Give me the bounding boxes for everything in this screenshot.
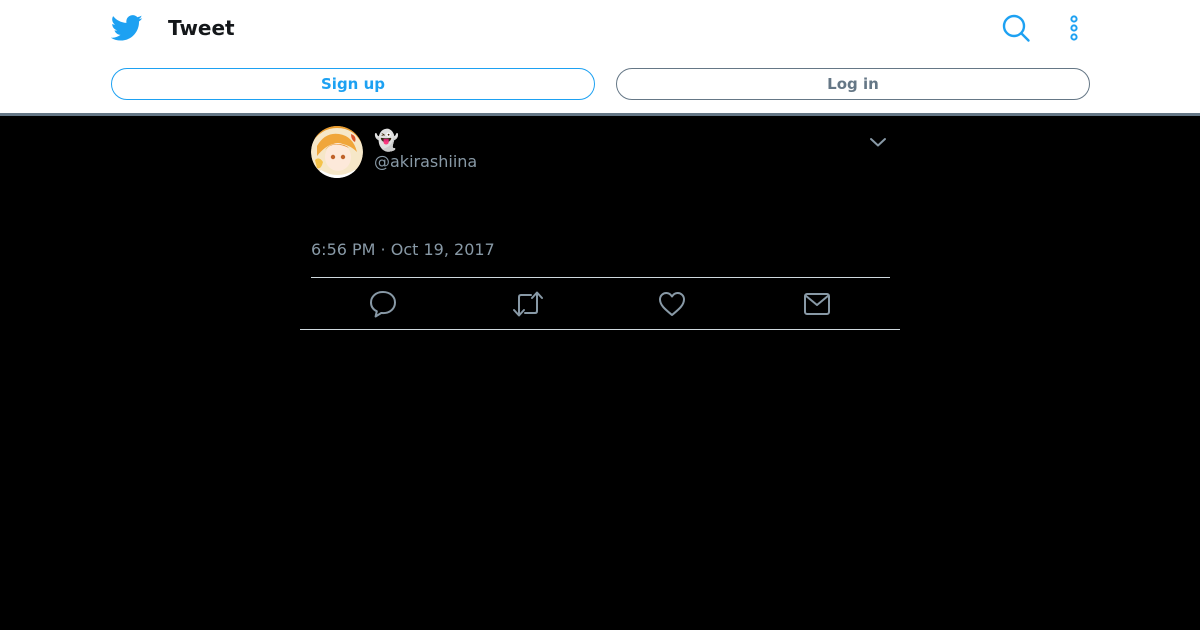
- page-title: Tweet: [168, 16, 235, 40]
- tweet-timestamp[interactable]: 6:56 PM · Oct 19, 2017: [311, 240, 495, 260]
- tweet-card: 👻 @akirashiina 6:56 PM · Oct 19, 2017: [300, 116, 900, 330]
- user-handle[interactable]: @akirashiina: [374, 152, 477, 172]
- top-header: Tweet Sign up Log in: [0, 0, 1200, 116]
- chevron-down-icon[interactable]: [866, 130, 890, 154]
- more-vertical-icon[interactable]: [1060, 12, 1088, 44]
- reply-icon[interactable]: [367, 288, 399, 320]
- sign-up-button[interactable]: Sign up: [111, 68, 595, 100]
- direct-message-icon[interactable]: [801, 288, 833, 320]
- display-name[interactable]: 👻: [374, 128, 399, 152]
- log-in-button[interactable]: Log in: [616, 68, 1090, 100]
- twitter-bird-icon[interactable]: [111, 12, 143, 44]
- like-icon[interactable]: [656, 288, 688, 320]
- avatar[interactable]: [311, 126, 363, 178]
- search-icon[interactable]: [1000, 12, 1032, 44]
- divider: [311, 277, 890, 278]
- retweet-icon[interactable]: [512, 288, 544, 320]
